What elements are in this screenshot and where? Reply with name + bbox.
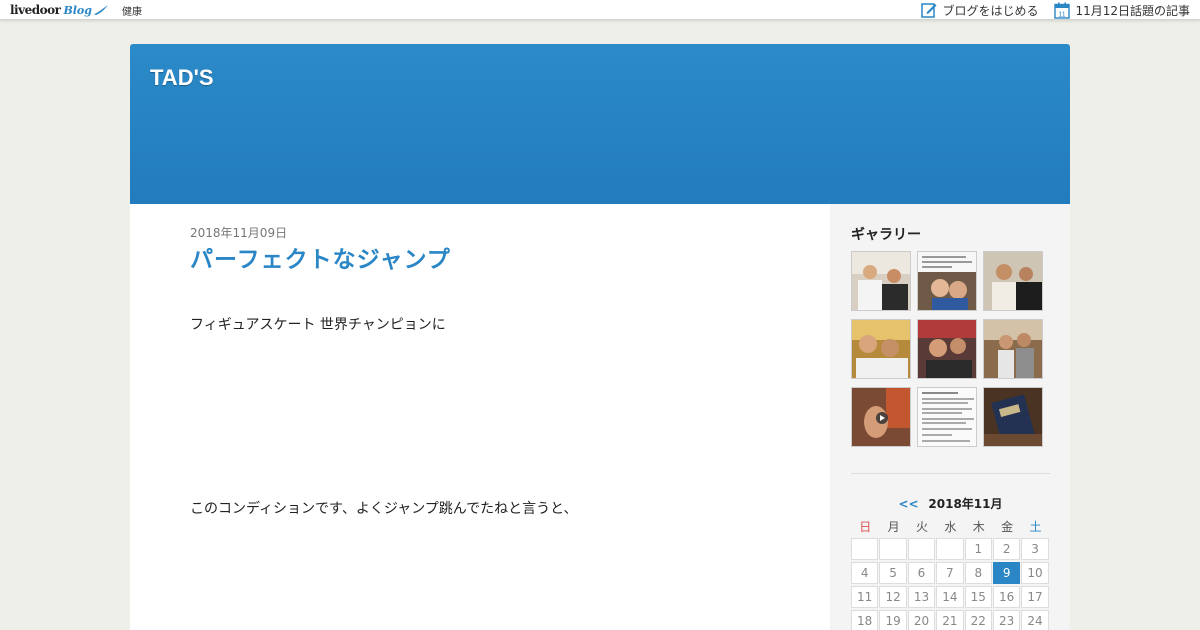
weekday-tue: 火 xyxy=(915,520,928,534)
gallery-thumbnail[interactable] xyxy=(983,319,1043,379)
calendar-day: 6 xyxy=(907,562,936,584)
gallery-video-thumbnail[interactable] xyxy=(851,387,911,447)
category-link[interactable]: 健康 xyxy=(122,3,142,18)
photo-image xyxy=(984,252,1042,310)
logo-blog-text: Blog xyxy=(63,3,92,17)
top-right-links: ブログをはじめる 11 11月12日話題の記事 xyxy=(905,1,1190,19)
calendar-day: 14 xyxy=(936,586,964,608)
calendar-day: 11 xyxy=(851,586,879,608)
topic-articles-label: 11月12日話題の記事 xyxy=(1075,3,1190,18)
calendar-day: 16 xyxy=(992,586,1021,608)
gallery-grid xyxy=(851,251,1043,447)
calendar-week-row: 4 5 6 7 8 9 10 xyxy=(851,562,1050,586)
photo-image xyxy=(918,320,976,378)
weekday-mon: 月 xyxy=(887,520,900,534)
calendar-nav: << 2018年11月 xyxy=(851,495,1050,512)
topic-articles-link[interactable]: 11 11月12日話題の記事 xyxy=(1054,2,1190,19)
calendar-day: 5 xyxy=(879,562,907,584)
calendar-day-empty xyxy=(879,538,907,560)
sidebar-divider xyxy=(851,473,1050,474)
calendar-day: 18 xyxy=(851,610,879,630)
calendar-day: 17 xyxy=(1021,586,1049,608)
article-paragraph: フィギュアスケート 世界チャンピョンに xyxy=(190,317,446,333)
calendar-day: 8 xyxy=(964,562,992,584)
article-paragraph: このコンディションです、よくジャンプ跳んでたねと言うと、 xyxy=(190,501,578,517)
weekday-wed: 水 xyxy=(944,520,957,534)
calendar-day: 23 xyxy=(992,610,1021,630)
calendar-week-row: 1 2 3 xyxy=(851,538,1050,562)
top-bar: livedoor Blog 健康 ブログをはじめる 11 11月12日話題の記事 xyxy=(0,0,1200,20)
photo-image xyxy=(852,320,910,378)
calendar-day: 3 xyxy=(1021,538,1049,560)
weekday-thu: 木 xyxy=(972,520,985,534)
gallery-thumbnail[interactable] xyxy=(851,319,911,379)
article-title[interactable]: パーフェクトなジャンプ xyxy=(190,240,451,274)
photo-image xyxy=(918,252,976,310)
blog-header: TAD'S xyxy=(130,44,1070,204)
calendar-icon-day: 11 xyxy=(1059,11,1066,18)
edit-icon xyxy=(921,3,937,18)
calendar-day: 7 xyxy=(936,562,964,584)
calendar-day: 15 xyxy=(964,586,992,608)
calendar-day: 20 xyxy=(907,610,936,630)
calendar-weekday-row: 日 月 火 水 木 金 土 xyxy=(851,518,1050,538)
blog-title[interactable]: TAD'S xyxy=(150,65,214,91)
bird-icon xyxy=(93,5,108,15)
gallery-thumbnail[interactable] xyxy=(917,319,977,379)
calendar-day: 19 xyxy=(879,610,907,630)
gallery-thumbnail[interactable] xyxy=(851,251,911,311)
start-blog-link[interactable]: ブログをはじめる xyxy=(921,2,1038,19)
calendar-day: 12 xyxy=(879,586,907,608)
gallery-thumbnail[interactable] xyxy=(917,387,977,447)
weekday-sat: 土 xyxy=(1029,520,1042,534)
calendar-week-row: 18 19 20 21 22 23 24 xyxy=(851,610,1050,630)
calendar-day: 4 xyxy=(851,562,879,584)
screenshot-image xyxy=(918,388,976,446)
calendar-prev-link[interactable]: << xyxy=(898,497,918,511)
calendar-day: 13 xyxy=(907,586,936,608)
calendar-day: 24 xyxy=(1021,610,1049,630)
photo-image xyxy=(852,252,910,310)
start-blog-label: ブログをはじめる xyxy=(942,3,1039,18)
gallery-thumbnail[interactable] xyxy=(917,251,977,311)
video-image xyxy=(852,388,910,446)
weekday-sun: 日 xyxy=(859,520,872,534)
calendar-day: 10 xyxy=(1021,562,1049,584)
gallery-thumbnail[interactable] xyxy=(983,251,1043,311)
calendar-week-row: 11 12 13 14 15 16 17 xyxy=(851,586,1050,610)
blog-container: TAD'S 2018年11月09日 パーフェクトなジャンプ フィギュアスケート … xyxy=(130,44,1070,630)
calendar-day: 22 xyxy=(964,610,992,630)
calendar-day-highlighted[interactable]: 9 xyxy=(992,562,1021,584)
article-area: 2018年11月09日 パーフェクトなジャンプ フィギュアスケート 世界チャンピ… xyxy=(130,204,830,630)
gallery-heading: ギャラリー xyxy=(851,227,921,243)
gallery-thumbnail[interactable] xyxy=(983,387,1043,447)
sidebar: ギャラリー << 2018年11月 日 月 火 水 木 金 土 1 2 3 4 … xyxy=(830,204,1070,630)
livedoor-blog-logo[interactable]: livedoor Blog xyxy=(10,2,109,18)
weekday-fri: 金 xyxy=(1001,520,1014,534)
calendar-month: 2018年11月 xyxy=(928,497,1003,511)
logo-wordmark: livedoor xyxy=(10,3,61,17)
photo-image xyxy=(984,320,1042,378)
article-date: 2018年11月09日 xyxy=(190,226,288,240)
calendar-day: 2 xyxy=(992,538,1021,560)
photo-image xyxy=(984,388,1042,446)
calendar-table: 日 月 火 水 木 金 土 1 2 3 4 5 6 7 8 9 10 11 12… xyxy=(851,518,1050,630)
calendar-day-empty xyxy=(936,538,964,560)
calendar-day: 21 xyxy=(936,610,964,630)
calendar-day-empty xyxy=(907,538,936,560)
calendar-icon: 11 xyxy=(1054,2,1071,19)
calendar-day-empty xyxy=(851,538,879,560)
calendar-day: 1 xyxy=(964,538,992,560)
